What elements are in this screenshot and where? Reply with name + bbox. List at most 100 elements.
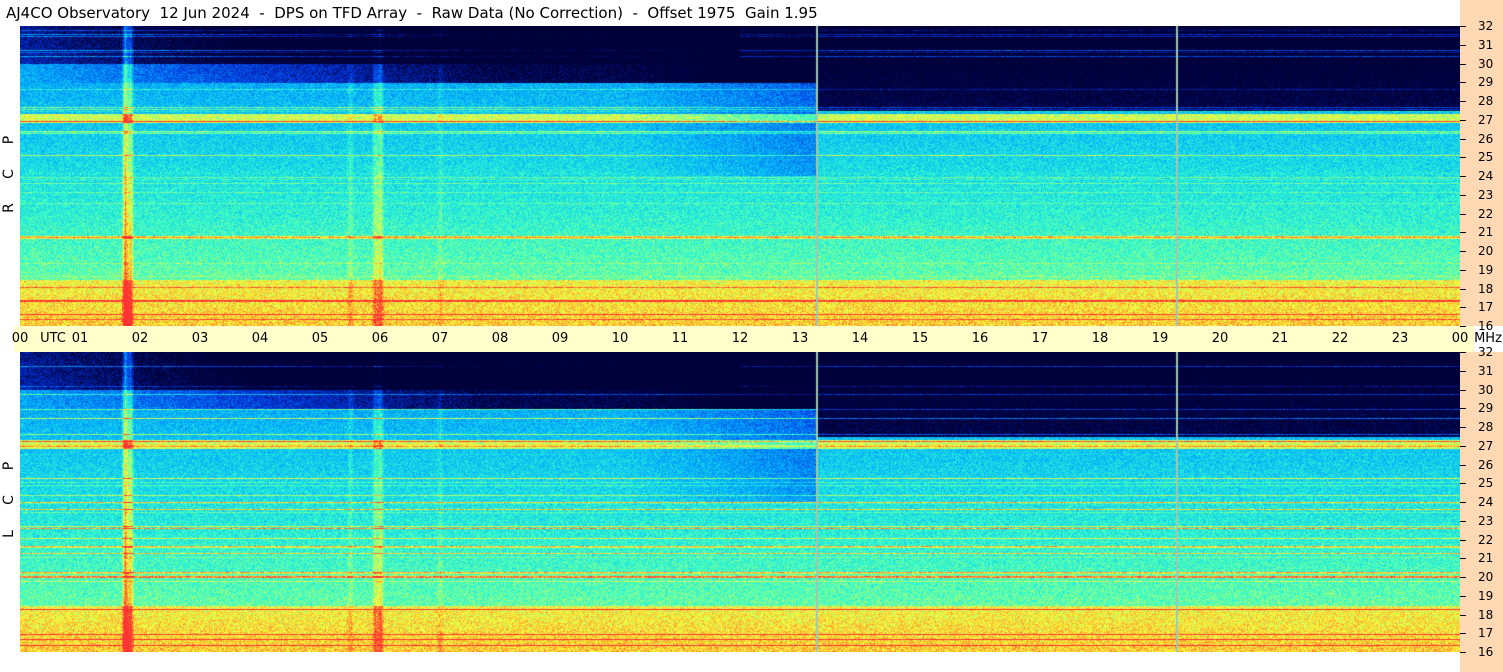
frequency-tick-mark xyxy=(1460,26,1466,27)
rcp-spectrogram-canvas xyxy=(20,26,1460,326)
time-tick-label: 13 xyxy=(791,331,809,346)
frequency-tick-label: 20 xyxy=(1478,244,1494,258)
rcp-spectrogram xyxy=(20,26,1460,326)
rcp-frequency-axis: 16 17 18 19 20 21 22 23 24 25 26 27 28 29 30 31 32 xyxy=(1460,0,1503,333)
frequency-tick-label: 32 xyxy=(1478,345,1494,359)
frequency-tick-label: 16 xyxy=(1478,645,1494,659)
frequency-tick-label: 27 xyxy=(1478,112,1494,127)
time-tick-label: 05 xyxy=(311,331,329,346)
time-tick-label: 09 xyxy=(551,331,569,346)
frequency-tick-label: 19 xyxy=(1478,262,1494,277)
frequency-tick-label: 23 xyxy=(1478,187,1494,202)
frequency-tick-mark xyxy=(1460,445,1466,447)
frequency-tick-label: 28 xyxy=(1478,420,1494,434)
frequency-tick-label: 25 xyxy=(1478,150,1494,165)
frequency-tick-mark xyxy=(1460,194,1466,196)
lcp-letter-p: P xyxy=(1,461,17,471)
frequency-tick-label: 28 xyxy=(1478,94,1494,108)
frequency-tick-mark xyxy=(1460,176,1466,177)
frequency-tick-mark xyxy=(1460,595,1466,597)
frequency-tick-mark xyxy=(1460,63,1466,65)
rcp-letter-c: C xyxy=(1,169,17,179)
frequency-tick-label: 24 xyxy=(1478,495,1494,509)
time-tick-label: 18 xyxy=(1091,331,1109,346)
frequency-tick-mark xyxy=(1460,539,1466,541)
frequency-tick-label: 26 xyxy=(1478,131,1494,146)
frequency-tick-label: 32 xyxy=(1478,19,1494,33)
time-tick-label: 14 xyxy=(851,331,869,346)
lcp-letter-l: L xyxy=(1,530,17,538)
frequency-tick-mark xyxy=(1460,614,1466,616)
frequency-tick-mark xyxy=(1460,101,1466,102)
chart-title: AJ4CO Observatory 12 Jun 2024 - DPS on T… xyxy=(0,0,1460,26)
frequency-tick-mark xyxy=(1460,652,1466,653)
frequency-tick-mark xyxy=(1460,558,1466,560)
frequency-tick-mark xyxy=(1460,307,1466,309)
rcp-letter-p: R xyxy=(1,203,17,213)
frequency-tick-mark xyxy=(1460,251,1466,252)
frequency-tick-mark xyxy=(1460,352,1466,353)
time-unit-label: UTC xyxy=(40,331,66,346)
frequency-tick-mark xyxy=(1460,389,1466,391)
frequency-tick-mark xyxy=(1460,138,1466,140)
frequency-tick-mark xyxy=(1460,408,1466,410)
time-tick-label: 19 xyxy=(1151,331,1169,346)
time-tick-label: 21 xyxy=(1271,331,1289,346)
frequency-tick-label: 17 xyxy=(1478,300,1494,315)
frequency-tick-mark xyxy=(1460,44,1466,46)
time-tick-label: 11 xyxy=(671,331,689,346)
frequency-tick-label: 25 xyxy=(1478,476,1494,491)
time-tick-label: 15 xyxy=(911,331,929,346)
frequency-tick-label: 23 xyxy=(1478,513,1494,528)
frequency-tick-label: 29 xyxy=(1478,401,1494,416)
frequency-tick-mark xyxy=(1460,427,1466,428)
time-tick-label: 20 xyxy=(1211,331,1229,346)
frequency-tick-mark xyxy=(1460,288,1466,290)
time-tick-label: 06 xyxy=(371,331,389,346)
frequency-tick-label: 22 xyxy=(1478,206,1494,221)
time-tick-label: 00 xyxy=(1451,331,1469,346)
rcp-letter-r: P xyxy=(1,135,17,145)
frequency-tick-mark xyxy=(1460,502,1466,503)
time-tick-label: 12 xyxy=(731,331,749,346)
frequency-tick-mark xyxy=(1460,483,1466,485)
frequency-tick-label: 31 xyxy=(1478,37,1494,52)
frequency-tick-mark xyxy=(1460,370,1466,372)
time-tick-label: 23 xyxy=(1391,331,1409,346)
lcp-frequency-axis: 16 17 18 19 20 21 22 23 24 25 26 27 28 29 30 31 32 xyxy=(1460,345,1503,672)
frequency-tick-mark xyxy=(1460,213,1466,215)
frequency-tick-label: 22 xyxy=(1478,532,1494,547)
frequency-tick-label: 18 xyxy=(1478,281,1494,296)
time-tick-label: 04 xyxy=(251,331,269,346)
frequency-tick-mark xyxy=(1460,464,1466,466)
frequency-tick-label: 17 xyxy=(1478,626,1494,641)
frequency-tick-mark xyxy=(1460,520,1466,522)
frequency-tick-label: 30 xyxy=(1478,382,1494,397)
time-tick-label: 07 xyxy=(431,331,449,346)
time-axis: 00 01 02 03 04 05 06 07 08 09 10 11 12 13 14 15 16 17 18 19… xyxy=(11,326,1502,352)
frequency-tick-label: 26 xyxy=(1478,457,1494,472)
time-tick-label: 22 xyxy=(1331,331,1349,346)
frequency-tick-mark xyxy=(1460,269,1466,271)
frequency-tick-mark xyxy=(1460,82,1466,84)
time-tick-label: 08 xyxy=(491,331,509,346)
time-tick-label: 10 xyxy=(611,331,629,346)
time-tick-label: 02 xyxy=(131,331,149,346)
frequency-tick-label: 20 xyxy=(1478,570,1494,584)
frequency-tick-label: 16 xyxy=(1478,319,1494,333)
frequency-tick-mark xyxy=(1460,232,1466,234)
time-tick-label: 01 xyxy=(71,331,89,346)
time-tick-label: 00 xyxy=(11,331,29,346)
frequency-tick-label: 30 xyxy=(1478,56,1494,71)
frequency-tick-label: 29 xyxy=(1478,75,1494,90)
lcp-spectrogram xyxy=(20,352,1460,652)
frequency-tick-mark xyxy=(1460,633,1466,635)
time-tick-label: 17 xyxy=(1031,331,1049,346)
lcp-spectrogram-canvas xyxy=(20,352,1460,652)
frequency-tick-label: 21 xyxy=(1478,551,1494,566)
frequency-tick-label: 19 xyxy=(1478,588,1494,603)
frequency-tick-label: 27 xyxy=(1478,438,1494,453)
frequency-tick-mark xyxy=(1460,119,1466,121)
frequency-tick-mark xyxy=(1460,577,1466,578)
time-tick-label: 16 xyxy=(971,331,989,346)
